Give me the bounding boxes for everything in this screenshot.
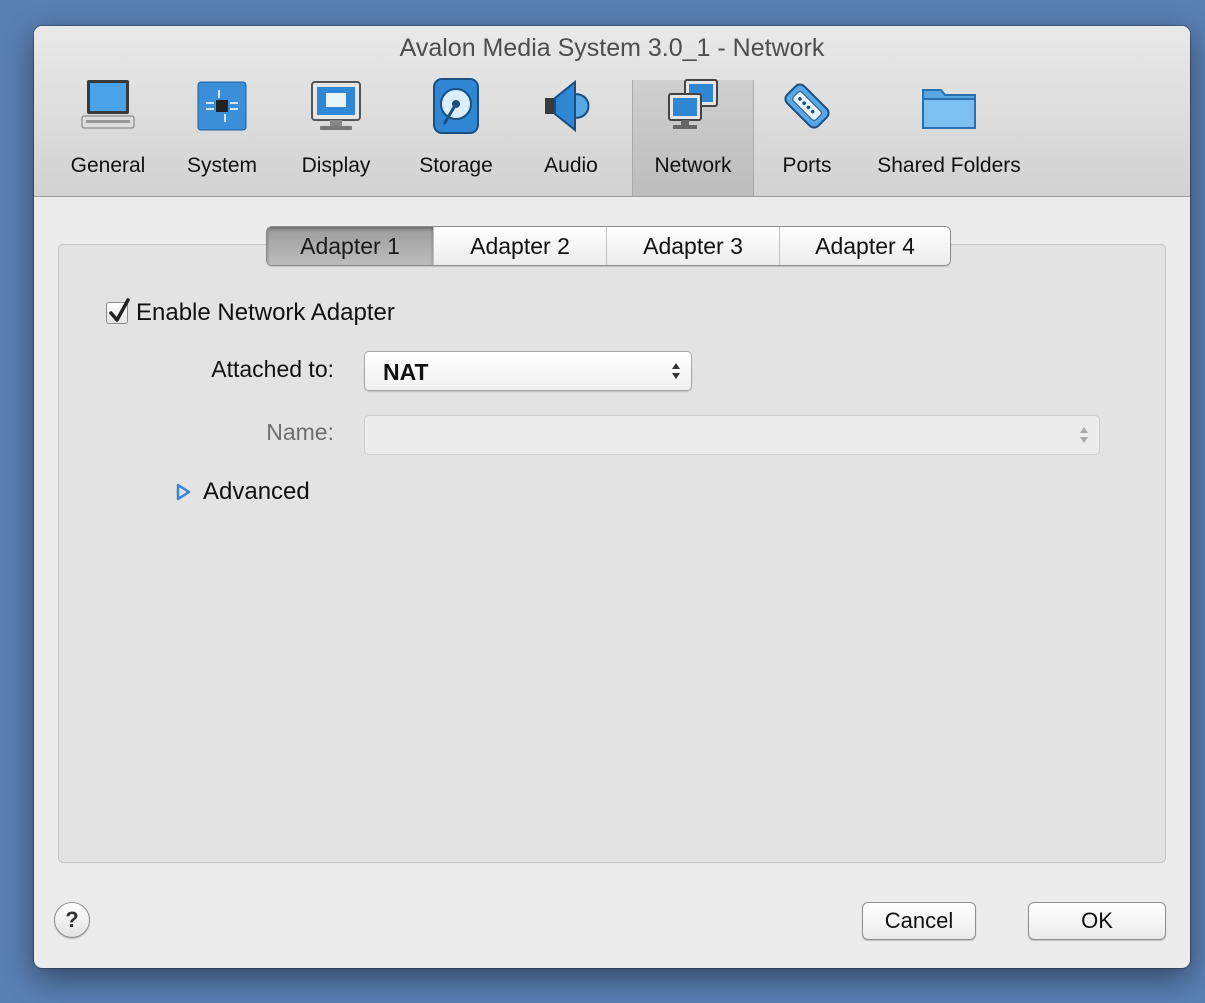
enable-adapter-label: Enable Network Adapter [136,299,395,326]
toolbar-label-system: System [186,154,257,177]
toolbar-item-storage[interactable]: Storage [404,70,508,194]
toolbar-label-storage: Storage [419,154,493,177]
adapter-panel [58,244,1166,863]
folder-icon [922,89,976,129]
advanced-disclosure[interactable]: Advanced [175,478,310,506]
help-button[interactable]: ? [54,902,90,938]
updown-arrows-icon [1080,427,1088,443]
tab-adapter-1[interactable]: Adapter 1 [267,227,433,265]
toolbar-item-display[interactable]: Display [286,70,386,194]
chip-icon [197,81,247,131]
serial-port-icon [784,83,830,129]
name-label: Name: [266,419,334,445]
ok-button[interactable]: OK [1028,902,1166,940]
toolbar-item-system[interactable]: System [174,70,270,194]
tab-adapter-4[interactable]: Adapter 4 [779,227,950,265]
advanced-label: Advanced [203,478,310,505]
preferences-window: Avalon Media System 3.0_1 - Network Gene… [34,26,1190,968]
display-icon [311,81,361,130]
attached-to-value: NAT [383,359,429,385]
toolbar-item-ports[interactable]: Ports [764,70,850,194]
network-icon [668,79,718,129]
toolbar-label-general: General [70,154,146,177]
toolbar: Avalon Media System 3.0_1 - Network Gene… [34,26,1190,197]
monitor-icon [81,80,135,129]
name-select[interactable] [364,415,1100,455]
toolbar-item-shared-folders[interactable]: Shared Folders [864,70,1034,194]
adapter-tabs: Adapter 1 Adapter 2 Adapter 3 Adapter 4 [266,226,951,266]
updown-arrows-icon [672,363,680,379]
toolbar-label-audio: Audio [544,154,598,177]
toolbar-label-ports: Ports [782,154,832,177]
toolbar-item-audio[interactable]: Audio [528,70,614,194]
window-title: Avalon Media System 3.0_1 - Network [399,34,825,62]
toolbar-label-shared-folders: Shared Folders [877,154,1021,177]
speaker-icon [545,79,590,133]
toolbar-item-general[interactable]: General [56,70,160,194]
disclosure-triangle-icon [176,483,191,501]
enable-adapter-checkbox[interactable] [106,298,130,324]
disk-icon [433,78,479,134]
toolbar-label-display: Display [301,154,371,177]
toolbar-item-network[interactable]: Network [632,79,754,196]
attached-to-select[interactable]: NAT [364,351,692,391]
enable-adapter-row[interactable]: Enable Network Adapter [106,298,395,328]
tab-adapter-3[interactable]: Adapter 3 [606,227,779,265]
tab-adapter-2[interactable]: Adapter 2 [433,227,606,265]
toolbar-label-network: Network [654,154,732,177]
cancel-button[interactable]: Cancel [862,902,976,940]
attached-to-label: Attached to: [211,356,334,382]
checkmark-icon [109,298,130,322]
